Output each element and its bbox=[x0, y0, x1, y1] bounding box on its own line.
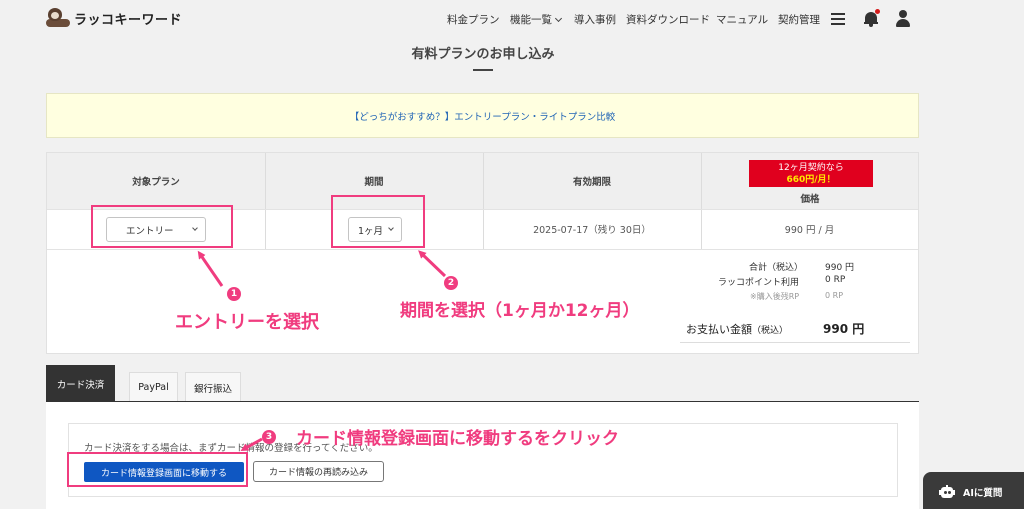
annotation-text-1: エントリーを選択 bbox=[175, 312, 319, 333]
annotation-text-3: カード情報登録画面に移動するをクリック bbox=[296, 429, 619, 449]
annotation-badge-2: 2 bbox=[444, 276, 458, 290]
annotation-badge-3: 3 bbox=[262, 430, 276, 444]
robot-icon bbox=[939, 485, 955, 499]
annotation-badge-1: 1 bbox=[227, 287, 241, 301]
ai-question-button[interactable]: AIに質問 bbox=[923, 472, 1024, 509]
ai-question-label: AIに質問 bbox=[963, 488, 1003, 499]
annotation-text-2: 期間を選択（1ヶ月か12ヶ月） bbox=[400, 301, 640, 321]
